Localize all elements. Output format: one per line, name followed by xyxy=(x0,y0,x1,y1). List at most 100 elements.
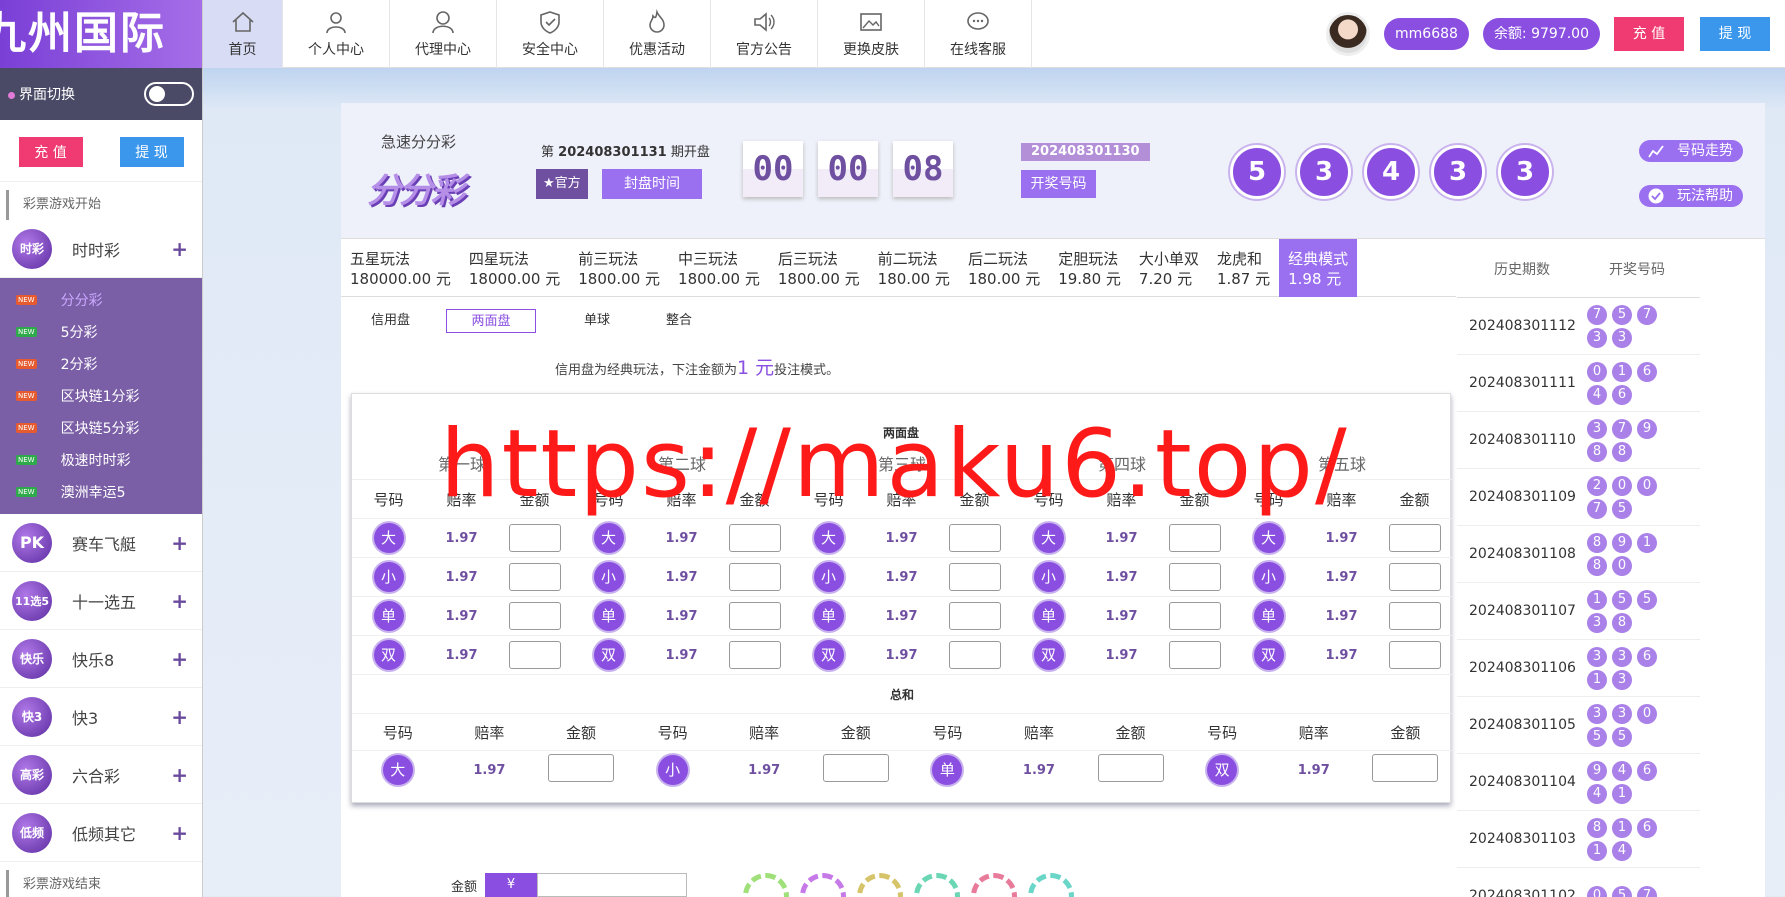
bet-amount-input[interactable] xyxy=(508,563,561,591)
option-ball[interactable]: 大 xyxy=(373,523,404,553)
history-row[interactable]: 202408301106 3 3 6 1 3 xyxy=(1457,640,1700,697)
bet-amount-input[interactable] xyxy=(1168,524,1221,552)
chip-200[interactable] xyxy=(857,873,903,897)
history-row[interactable]: 202408301107 1 5 5 3 8 xyxy=(1457,583,1700,640)
tab-4star[interactable]: 四星玩法 18000.00 元 xyxy=(460,239,569,297)
subtab-credit[interactable]: 信用盘 xyxy=(371,309,410,333)
sidebar-cat-lhc[interactable]: 高彩 六合彩 + xyxy=(0,746,202,804)
option-ball[interactable]: 大 xyxy=(1253,523,1284,553)
tab-classic[interactable]: 经典模式 1.98 元 xyxy=(1279,239,1358,297)
sub-item-blockchain5[interactable]: NEW 区块链5分彩 xyxy=(0,412,202,444)
total-option-ball[interactable]: 大 xyxy=(382,755,413,785)
option-ball[interactable]: 小 xyxy=(813,562,844,592)
history-row[interactable]: 202408301110 3 7 9 8 8 xyxy=(1457,412,1700,469)
option-ball[interactable]: 单 xyxy=(373,601,404,631)
tab-mid3[interactable]: 中三玩法 1800.00 元 xyxy=(669,239,769,297)
plus-icon[interactable]: + xyxy=(171,821,188,845)
bet-amount-input[interactable] xyxy=(508,602,561,630)
history-row[interactable]: 202408301111 0 1 6 4 6 xyxy=(1457,355,1700,412)
nav-promotions[interactable]: 优惠活动 xyxy=(604,0,711,68)
nav-service[interactable]: 在线客服 xyxy=(925,0,1032,68)
bet-amount-input[interactable] xyxy=(508,641,561,669)
sidebar-cat-k3[interactable]: 快3 快3 + xyxy=(0,688,202,746)
ui-switch-toggle[interactable] xyxy=(144,82,194,106)
bet-amount-input[interactable] xyxy=(1168,602,1221,630)
bet-amount-input[interactable] xyxy=(948,641,1001,669)
option-ball[interactable]: 大 xyxy=(813,523,844,553)
top-withdraw-button[interactable]: 提 现 xyxy=(1700,17,1770,51)
subtab-two-sides[interactable]: 两面盘 xyxy=(446,309,537,333)
nav-home[interactable]: 首页 xyxy=(203,0,283,68)
nav-personal[interactable]: 个人中心 xyxy=(283,0,390,68)
option-ball[interactable]: 小 xyxy=(1253,562,1284,592)
bet-amount-input[interactable] xyxy=(728,641,781,669)
sidebar-recharge-button[interactable]: 充 值 xyxy=(18,137,83,167)
history-row[interactable]: 202408301109 2 0 0 7 5 xyxy=(1457,469,1700,526)
sidebar-cat-pk10[interactable]: PK 赛车飞艇 + xyxy=(0,514,202,572)
help-button[interactable]: 玩法帮助 xyxy=(1639,185,1743,207)
total-option-ball[interactable]: 单 xyxy=(932,755,963,785)
option-ball[interactable]: 小 xyxy=(593,562,624,592)
bet-amount-input[interactable] xyxy=(1388,524,1441,552)
tab-5star[interactable]: 五星玩法 180000.00 元 xyxy=(341,239,460,297)
bet-amount-input[interactable] xyxy=(948,563,1001,591)
history-row[interactable]: 202408301108 8 9 1 8 0 xyxy=(1457,526,1700,583)
tab-back2[interactable]: 后二玩法 180.00 元 xyxy=(959,239,1049,297)
option-ball[interactable]: 双 xyxy=(373,640,404,670)
sub-item-5fc[interactable]: NEW 5分彩 xyxy=(0,316,202,348)
total-option-ball[interactable]: 双 xyxy=(1207,755,1238,785)
tab-dingdan[interactable]: 定胆玩法 19.80 元 xyxy=(1049,239,1130,297)
bet-amount-input[interactable] xyxy=(728,524,781,552)
sub-item-au5[interactable]: NEW 澳洲幸运5 xyxy=(0,476,202,508)
history-row[interactable]: 202408301102 0 5 7 xyxy=(1457,868,1700,897)
tab-front2[interactable]: 前二玩法 180.00 元 xyxy=(869,239,959,297)
sidebar-cat-ssc[interactable]: 时彩 时时彩 + xyxy=(0,220,202,278)
plus-icon[interactable]: + xyxy=(171,589,188,613)
plus-icon[interactable]: + xyxy=(171,237,188,261)
chip-10[interactable] xyxy=(743,873,789,897)
option-ball[interactable]: 单 xyxy=(1253,601,1284,631)
option-ball[interactable]: 单 xyxy=(1033,601,1064,631)
open-numbers-button[interactable]: 开奖号码 xyxy=(1021,170,1096,198)
bet-amount-input[interactable] xyxy=(728,602,781,630)
subtab-single-ball[interactable]: 单球 xyxy=(584,309,610,333)
trend-button[interactable]: 号码走势 xyxy=(1639,140,1743,162)
bet-amount-input[interactable] xyxy=(508,524,561,552)
chip-100[interactable] xyxy=(800,873,846,897)
total-option-ball[interactable]: 小 xyxy=(657,755,688,785)
option-ball[interactable]: 单 xyxy=(813,601,844,631)
bet-amount-input[interactable] xyxy=(1388,641,1441,669)
option-ball[interactable]: 双 xyxy=(1033,640,1064,670)
history-row[interactable]: 202408301103 8 1 6 1 4 xyxy=(1457,811,1700,868)
option-ball[interactable]: 双 xyxy=(813,640,844,670)
plus-icon[interactable]: + xyxy=(171,763,188,787)
bet-amount-input[interactable] xyxy=(1168,563,1221,591)
nav-skin[interactable]: 更换皮肤 xyxy=(818,0,925,68)
avatar[interactable] xyxy=(1326,12,1371,56)
bet-amount-input[interactable] xyxy=(948,602,1001,630)
nav-agent[interactable]: 代理中心 xyxy=(390,0,497,68)
top-recharge-button[interactable]: 充 值 xyxy=(1614,17,1684,51)
site-logo[interactable]: 九州国际 xyxy=(0,0,202,68)
total-amount-input[interactable] xyxy=(1372,754,1439,782)
sidebar-cat-low[interactable]: 低频 低频其它 + xyxy=(0,804,202,862)
tab-bsoe[interactable]: 大小单双 7.20 元 xyxy=(1130,239,1208,297)
bet-amount-input[interactable] xyxy=(948,524,1001,552)
total-amount-input[interactable] xyxy=(547,754,614,782)
history-row[interactable]: 202408301105 3 3 0 5 5 xyxy=(1457,697,1700,754)
close-time-button[interactable]: 封盘时间 xyxy=(602,169,702,199)
chip-300[interactable] xyxy=(914,873,960,897)
plus-icon[interactable]: + xyxy=(171,705,188,729)
option-ball[interactable]: 双 xyxy=(1253,640,1284,670)
option-ball[interactable]: 大 xyxy=(1033,523,1064,553)
history-row[interactable]: 202408301112 7 5 7 3 3 xyxy=(1457,298,1700,355)
sidebar-withdraw-button[interactable]: 提 现 xyxy=(119,137,184,167)
option-ball[interactable]: 小 xyxy=(373,562,404,592)
bet-amount-input[interactable] xyxy=(1388,563,1441,591)
option-ball[interactable]: 双 xyxy=(593,640,624,670)
tab-dragon-tiger[interactable]: 龙虎和 1.87 元 xyxy=(1208,239,1279,297)
option-ball[interactable]: 单 xyxy=(593,601,624,631)
sidebar-cat-kl8[interactable]: 快乐 快乐8 + xyxy=(0,630,202,688)
total-amount-input[interactable] xyxy=(822,754,889,782)
amount-input[interactable] xyxy=(537,873,688,897)
